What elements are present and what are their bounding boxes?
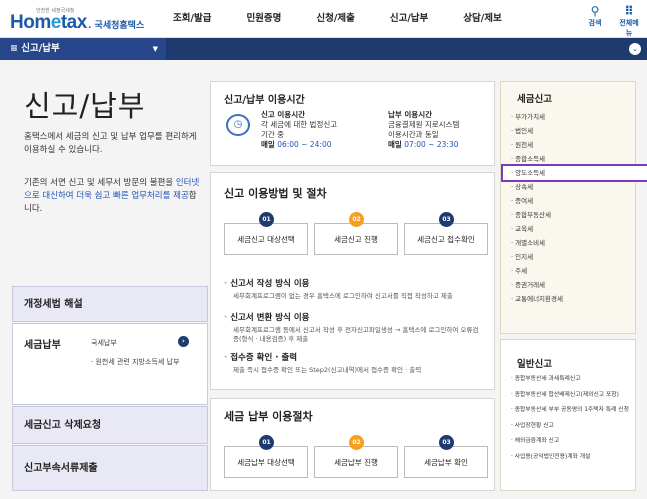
pay-procedure-card: 세금 납부 이용절차 01 세금납부 대상선택 02 세금납부 진행 03 세금납부 … (210, 398, 495, 491)
search-icon: ⚲ (590, 4, 600, 18)
general-report-menu: 일반신고 종합부동산세 과세특례신고 종합부동산세 합산배제신고(제외신고 포함… (500, 339, 636, 491)
nav-apply[interactable]: 신청/제출 (316, 0, 354, 38)
intro-description: 홈택스에서 세금의 신고 및 납부 업무를 편리하게 이용하실 수 있습니다. (24, 132, 197, 155)
intro-description-2: 기존의 서면 신고 및 세무서 방문의 불편을 인터넷으로 대신하여 더욱 쉽고… (24, 178, 200, 214)
collapse-icon[interactable]: ⌄ (629, 43, 641, 55)
nav-report-pay[interactable]: 신고/납부 (390, 0, 428, 38)
header: 안전한 세정국세청 Hometax . 국세청홈택스 조회/발급 민원증명 신청… (0, 0, 647, 38)
pay-step-1-button[interactable]: 01 세금납부 대상선택 (224, 435, 308, 478)
tax-report-menu: 세금신고 부가가치세 법인세 원천세 종합소득세 양도소득세 상속세 증여세 종… (500, 81, 647, 334)
breadcrumb-dropdown[interactable]: ≡ 신고/납부 ▼ (0, 38, 166, 60)
pay-steps: 01 세금납부 대상선택 02 세금납부 진행 03 세금납부 확인 (224, 435, 488, 478)
tax-item-gift[interactable]: 증여세 (511, 194, 647, 208)
nav-inquiry[interactable]: 조회/발급 (173, 0, 211, 38)
logo-brand: Hometax (10, 12, 87, 33)
attachment-submit-link[interactable]: 신고부속서류제출 (12, 445, 208, 491)
search-button[interactable]: ⚲ 검색 (583, 4, 607, 38)
pay-step-3-button[interactable]: 03 세금납부 확인 (404, 435, 488, 478)
utility-menu: ⚲ 검색 ⠿ 전체메뉴 (583, 4, 641, 38)
local-income-tax-payment-link[interactable]: · 원천세 관련 지방소득세 납부 (91, 357, 179, 367)
tax-item-education[interactable]: 교육세 (511, 222, 647, 236)
report-step-3-button[interactable]: 03 세금신고 접수확인 (404, 212, 488, 255)
report-steps: 01 세금신고 대상선택 02 세금신고 진행 03 세금신고 접수확인 (224, 212, 488, 255)
tax-item-securities[interactable]: 증권거래세 (511, 278, 647, 292)
general-item[interactable]: 사업장현황 신고 (511, 423, 635, 431)
tax-item-transport[interactable]: 교통에너지환경세 (511, 292, 647, 306)
tax-payment-title: 세금납부 (24, 340, 61, 351)
step-number: 02 (349, 435, 364, 450)
step-number: 03 (439, 212, 454, 227)
tax-payment-box: 세금납부 국세납부 › · 원천세 관련 지방소득세 납부 (12, 323, 208, 405)
general-item[interactable]: 종합부동산세 합산배제신고(제외신고 포함) (511, 392, 635, 400)
method-item: 접수증 확인 · 출력 제출 즉시 접수증 확인 또는 Step2(신고내역)에… (224, 351, 484, 375)
general-report-list: 종합부동산세 과세특례신고 종합부동산세 합산배제신고(제외신고 포함) 종합부… (511, 376, 635, 469)
tax-law-guide-link[interactable]: 개정세법 해설 (12, 286, 208, 322)
step-number: 03 (439, 435, 454, 450)
main-nav: 조회/발급 민원증명 신청/제출 신고/납부 상담/제보 (170, 0, 502, 38)
tax-item-consumption[interactable]: 개별소비세 (511, 236, 647, 250)
report-hours: 신고 이용시간 각 세금에 대한 법정신고 기간 중 매일 06:00 ~ 24… (261, 110, 338, 149)
main-content: 신고/납부 이용시간 ◷ 신고 이용시간 각 세금에 대한 법정신고 기간 중 … (210, 81, 495, 491)
all-menu-button[interactable]: ⠿ 전체메뉴 (617, 4, 641, 38)
chevron-down-icon: ▼ (152, 45, 158, 53)
location-bar: ≡ 신고/납부 ▼ ⌄ (0, 38, 647, 60)
tax-item-liquor[interactable]: 주세 (511, 264, 647, 278)
report-method-card: 신고 이용방법 및 절차 01 세금신고 대상선택 02 세금신고 진행 03 세금신… (210, 172, 495, 390)
quick-links: 개정세법 해설 세금납부 국세납부 › · 원천세 관련 지방소득세 납부 세금… (12, 286, 208, 491)
tax-item-withholding[interactable]: 원천세 (511, 138, 647, 152)
step-number: 02 (349, 212, 364, 227)
hometax-logo[interactable]: 안전한 세정국세청 Hometax . 국세청홈택스 (6, 6, 156, 34)
step-number: 01 (259, 212, 274, 227)
tax-report-list: 부가가치세 법인세 원천세 종합소득세 양도소득세 상속세 증여세 종합부동산세… (501, 110, 647, 306)
step-number: 01 (259, 435, 274, 450)
nav-consult[interactable]: 상담/제보 (463, 0, 501, 38)
arrow-right-icon[interactable]: › (178, 336, 189, 347)
logo-org-name: . 국세청홈택스 (88, 21, 145, 31)
pay-step-2-button[interactable]: 02 세금납부 진행 (314, 435, 398, 478)
general-report-title: 일반신고 (517, 359, 552, 370)
page-title: 신고/납부 (24, 89, 146, 123)
pay-procedure-title: 세금 납부 이용절차 (224, 410, 313, 423)
tax-item-inheritance[interactable]: 상속세 (511, 180, 647, 194)
right-menu: 세금신고 부가가치세 법인세 원천세 종합소득세 양도소득세 상속세 증여세 종… (500, 81, 647, 491)
clock-icon: ◷ (226, 114, 250, 136)
tax-item-corporate[interactable]: 법인세 (511, 124, 647, 138)
tax-item-vat[interactable]: 부가가치세 (511, 110, 647, 124)
general-item[interactable]: 종합부동산세 부부 공동명의 1주택자 특례 신청 (511, 407, 635, 415)
national-tax-payment-link[interactable]: 국세납부 (91, 338, 117, 348)
tax-item-stamp[interactable]: 인지세 (511, 250, 647, 264)
nav-certificates[interactable]: 민원증명 (246, 0, 281, 38)
report-step-2-button[interactable]: 02 세금신고 진행 (314, 212, 398, 255)
method-item: 신고서 작성 방식 이용 세무회계프로그램이 없는 경우 홈택스에 로그인하여 … (224, 277, 484, 301)
method-item: 신고서 변환 방식 이용 세무회계프로그램 등에서 신고서 작성 후 전자신고파… (224, 311, 484, 344)
hours-title: 신고/납부 이용시간 (224, 95, 305, 106)
tax-item-property[interactable]: 종합부동산세 (511, 208, 647, 222)
hours-card: 신고/납부 이용시간 ◷ 신고 이용시간 각 세금에 대한 법정신고 기간 중 … (210, 81, 495, 166)
general-item[interactable]: 사업용(공익법인전용)계좌 개설 (511, 454, 635, 462)
tax-report-title: 세금신고 (517, 94, 552, 105)
delete-request-link[interactable]: 세금신고 삭제요청 (12, 406, 208, 444)
tax-item-income[interactable]: 종합소득세 (511, 152, 647, 166)
general-item[interactable]: 종합부동산세 과세특례신고 (511, 376, 635, 384)
grid-icon: ⠿ (624, 4, 634, 18)
pay-hours: 납부 이용시간 금융결제원 지로시스템 이용시간과 동일 매일 07:00 ~ … (388, 110, 460, 149)
tax-item-capital-gains[interactable]: 양도소득세 (501, 164, 647, 182)
report-method-title: 신고 이용방법 및 절차 (224, 187, 327, 200)
general-item[interactable]: 해외금융계좌 신고 (511, 438, 635, 446)
report-step-1-button[interactable]: 01 세금신고 대상선택 (224, 212, 308, 255)
